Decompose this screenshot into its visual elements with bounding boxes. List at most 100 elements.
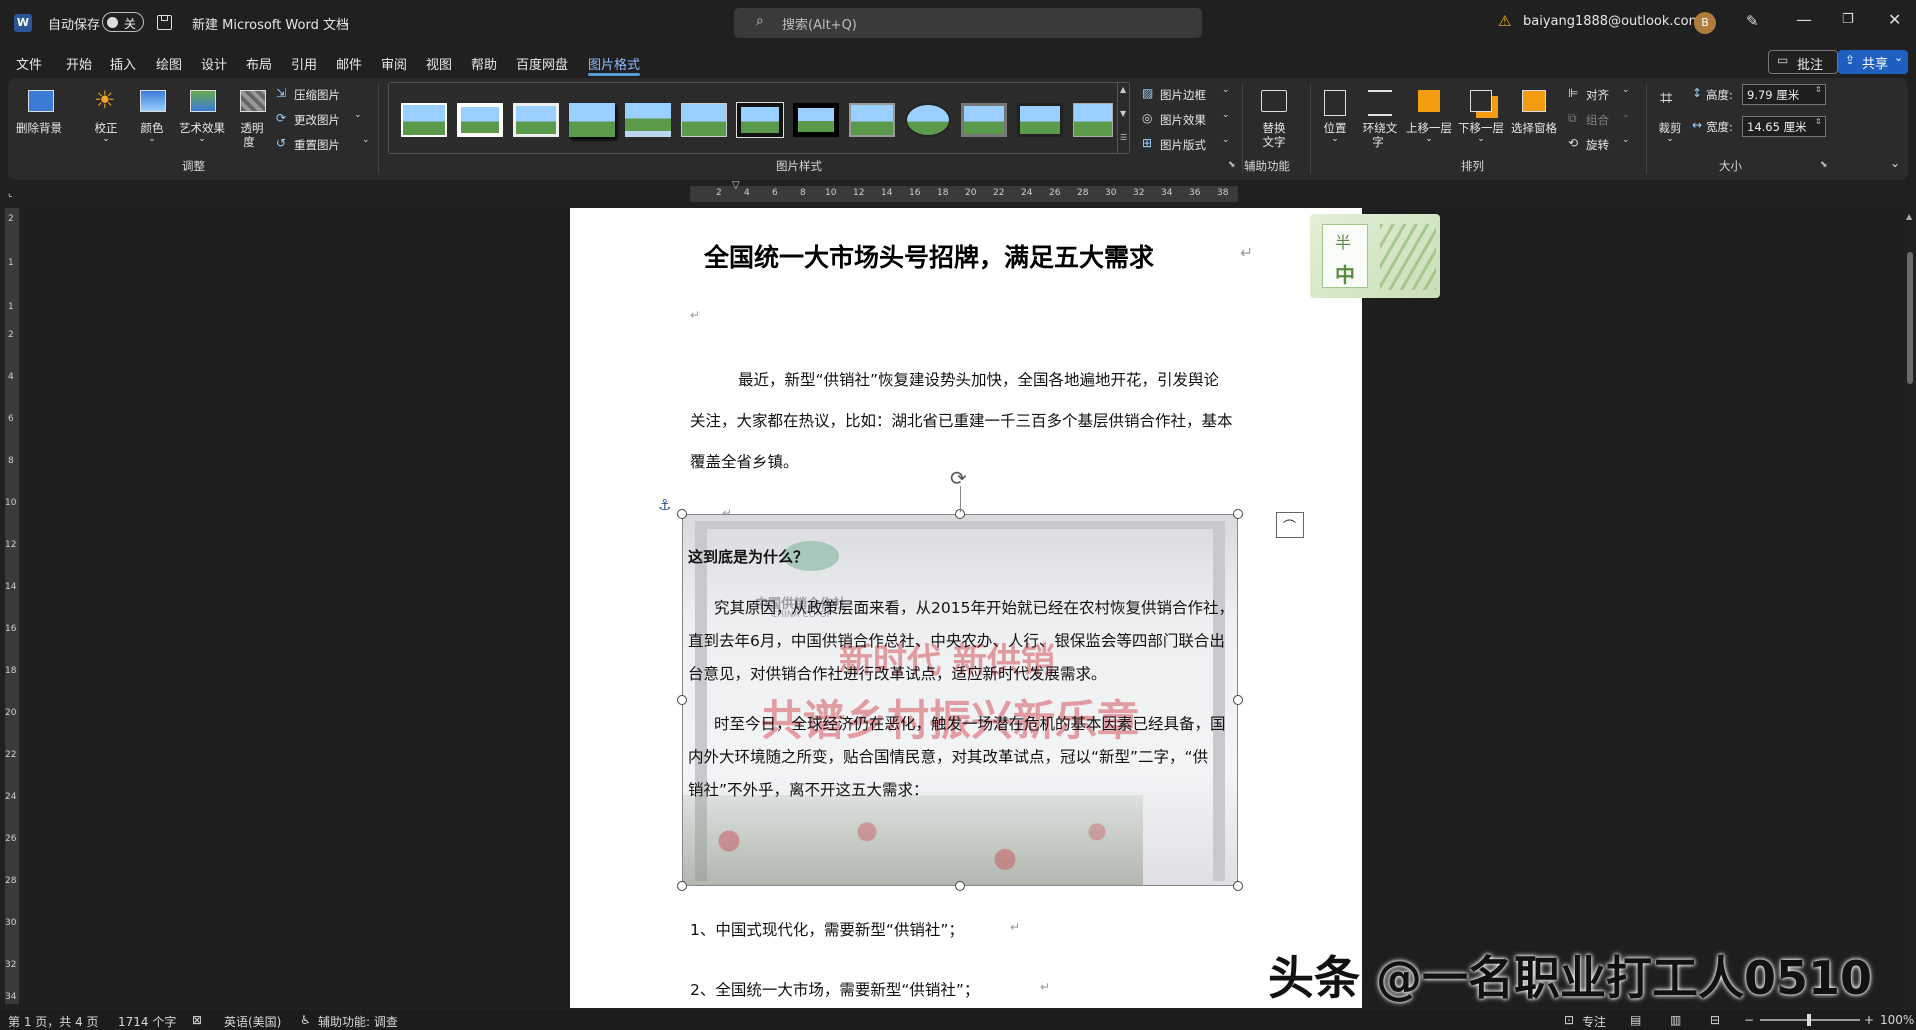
tab-layout[interactable]: 布局 <box>246 54 272 73</box>
close-icon[interactable]: ✕ <box>1888 10 1901 29</box>
bring-forward-button[interactable]: 上移一层 ⌄ <box>1404 86 1454 156</box>
selection-pane-button[interactable]: 选择窗格 <box>1508 86 1560 156</box>
share-button[interactable]: ⇪ 共享 ⌄ <box>1838 50 1908 74</box>
size-dialog-launcher-icon[interactable]: ⬊ <box>1820 160 1828 170</box>
picture-style-3[interactable] <box>513 103 559 137</box>
picture-style-9[interactable] <box>849 103 895 137</box>
autosave-toggle[interactable]: 关 <box>102 12 144 32</box>
anchor-icon[interactable]: ⚓ <box>658 496 671 514</box>
accessibility-status[interactable]: 辅助功能: 调查 <box>318 1013 398 1030</box>
picture-style-13[interactable] <box>1073 103 1113 137</box>
document-title[interactable]: 新建 Microsoft Word 文档 <box>192 14 349 33</box>
avatar[interactable]: B <box>1694 12 1716 34</box>
alt-text-button[interactable]: 替换 文字 <box>1248 86 1300 156</box>
picture-border-button[interactable]: ▨ 图片边框 ⌄ <box>1142 86 1232 104</box>
first-line-indent-marker[interactable]: ▽ <box>732 180 740 191</box>
paragraph-2-line-3[interactable]: 台意见，对供销合作社进行改革试点，适应新时代发展需求。 <box>688 662 1107 684</box>
minimize-icon[interactable]: — <box>1796 10 1812 29</box>
zoom-level[interactable]: 100% <box>1880 1013 1914 1027</box>
save-icon[interactable] <box>157 15 172 30</box>
print-layout-icon[interactable]: ▥ <box>1670 1013 1681 1027</box>
web-layout-icon[interactable]: ⊟ <box>1710 1013 1720 1027</box>
paragraph-3-line-1[interactable]: 时至今日，全球经济仍在恶化，触发一场潜在危机的基本因素已经具备，国 <box>714 712 1226 734</box>
document-page[interactable]: 全国统一大市场头号招牌，满足五大需求 ↵ ↵ 最近，新型“供销社”恢复建设势头加… <box>570 208 1362 1008</box>
tab-draw[interactable]: 绘图 <box>156 54 182 73</box>
width-spin-icon[interactable]: ⇕ <box>1815 117 1822 126</box>
resize-handle-middle-left[interactable] <box>677 695 687 705</box>
tab-picture-format[interactable]: 图片格式 <box>588 54 640 73</box>
picture-style-7[interactable] <box>737 103 783 137</box>
search-box[interactable]: ⌕ 搜索(Alt+Q) <box>734 8 1202 38</box>
account-email[interactable]: baiyang1888@outlook.com <box>1523 14 1701 29</box>
width-input[interactable]: 14.65 厘米 ⇕ <box>1742 116 1826 137</box>
picture-styles-gallery[interactable]: ▲ ▼ ☰ <box>388 82 1130 154</box>
selected-picture[interactable]: 中国供销合作社 CHINA CO-OP 新时代 新供销 共谱乡村振兴新乐章 <box>682 514 1238 886</box>
paragraph-1-line-1[interactable]: 最近，新型“供销社”恢复建设势头加快，全国各地遍地开花，引发舆论 <box>738 368 1219 390</box>
read-mode-icon[interactable]: ▤ <box>1630 1013 1641 1027</box>
wrap-text-button[interactable]: 环绕文 字 <box>1358 86 1402 156</box>
picture-style-8[interactable] <box>793 103 839 137</box>
resize-handle-bottom-right[interactable] <box>1233 881 1243 891</box>
picture-style-12[interactable] <box>1017 103 1063 137</box>
zoom-out-icon[interactable]: − <box>1744 1013 1754 1027</box>
paragraph-1-line-2[interactable]: 关注，大家都在热议，比如：湖北省已重建一千三百多个基层供销合作社，基本 <box>690 409 1233 431</box>
picture-style-5[interactable] <box>625 103 671 137</box>
rotate-handle-icon[interactable]: ⟳ <box>950 466 967 490</box>
picture-style-6[interactable] <box>681 103 727 137</box>
gallery-more-icon[interactable]: ☰ <box>1120 133 1127 142</box>
tab-file[interactable]: 文件 <box>16 54 42 73</box>
tab-stop-selector-icon[interactable]: ⌞ <box>8 188 13 199</box>
tab-review[interactable]: 审阅 <box>381 54 407 73</box>
styles-dialog-launcher-icon[interactable]: ⬊ <box>1228 160 1236 170</box>
tab-home[interactable]: 开始 <box>66 54 92 73</box>
focus-icon[interactable]: ⊡ <box>1564 1013 1574 1027</box>
picture-effects-button[interactable]: ◎ 图片效果 ⌄ <box>1142 111 1232 129</box>
resize-handle-bottom-center[interactable] <box>955 881 965 891</box>
reset-picture-button[interactable]: ↺ 重置图片 ⌄ <box>276 136 372 154</box>
tab-insert[interactable]: 插入 <box>110 54 136 73</box>
comments-button[interactable]: ▭ 批注 <box>1768 50 1838 74</box>
compress-pictures-button[interactable]: ⇲ 压缩图片 <box>276 86 366 104</box>
focus-label[interactable]: 专注 <box>1582 1013 1606 1030</box>
paragraph-2-line-1[interactable]: 究其原因，从政策层面来看，从2015年开始就已经在农村恢复供销合作社， <box>714 596 1234 618</box>
tab-baidu-netdisk[interactable]: 百度网盘 <box>516 54 568 73</box>
title-chevron-icon[interactable]: ⌄ <box>342 17 350 28</box>
proofing-icon[interactable]: ⊠ <box>192 1013 202 1027</box>
list-item-2[interactable]: 2、全国统一大市场，需要新型“供销社”； <box>690 978 979 1000</box>
zoom-slider[interactable] <box>1760 1019 1860 1021</box>
height-input[interactable]: 9.79 厘米 ⇕ <box>1742 84 1826 105</box>
artistic-effects-button[interactable]: 艺术效果 ⌄ <box>174 86 230 156</box>
collapse-ribbon-icon[interactable]: ⌄ <box>1890 156 1900 170</box>
height-spin-icon[interactable]: ⇕ <box>1815 85 1822 94</box>
paragraph-3-line-2[interactable]: 内外大环境随之所变，贴合国情民意，对其改革试点，冠以“新型”二字，“供 <box>688 745 1208 767</box>
heading-why[interactable]: 这到底是为什么？ <box>688 546 808 567</box>
gallery-down-icon[interactable]: ▼ <box>1120 109 1126 118</box>
picture-style-11[interactable] <box>961 103 1007 137</box>
resize-handle-middle-right[interactable] <box>1233 695 1243 705</box>
resize-handle-top-right[interactable] <box>1233 509 1243 519</box>
paragraph-1-line-3[interactable]: 覆盖全省乡镇。 <box>690 450 799 472</box>
paragraph-2-line-2[interactable]: 直到去年6月，中国供销合作总社、中央农办、人行、银保监会等四部门联合出 <box>688 629 1225 651</box>
picture-style-2[interactable] <box>457 103 503 137</box>
picture-layout-button[interactable]: ⊞ 图片版式 ⌄ <box>1142 136 1232 154</box>
page-count[interactable]: 第 1 页，共 4 页 <box>8 1013 99 1030</box>
corner-logo-image[interactable]: 半 中 <box>1310 214 1440 298</box>
gallery-scroll[interactable]: ▲ ▼ ☰ <box>1117 83 1129 153</box>
list-item-1[interactable]: 1、中国式现代化，需要新型“供销社”； <box>690 918 964 940</box>
zoom-in-icon[interactable]: + <box>1864 1013 1874 1027</box>
tab-references[interactable]: 引用 <box>291 54 317 73</box>
color-button[interactable]: 颜色 ⌄ <box>134 86 170 156</box>
word-logo-icon[interactable]: W <box>14 14 32 32</box>
resize-handle-bottom-left[interactable] <box>677 881 687 891</box>
picture-style-10[interactable] <box>905 103 951 137</box>
zoom-slider-thumb[interactable] <box>1807 1014 1811 1026</box>
vertical-scrollbar-thumb[interactable] <box>1907 252 1913 384</box>
warning-icon[interactable]: ⚠ <box>1498 12 1511 30</box>
tab-view[interactable]: 视图 <box>426 54 452 73</box>
language[interactable]: 英语(美国) <box>224 1013 281 1030</box>
word-count[interactable]: 1714 个字 <box>118 1013 176 1030</box>
rotate-button[interactable]: ⟲ 旋转 ⌄ <box>1568 136 1638 154</box>
paragraph-3-line-3[interactable]: 销社”不外乎，离不开这五大需求： <box>688 778 929 800</box>
accessibility-icon[interactable]: ♿ <box>300 1013 311 1027</box>
picture-style-1[interactable] <box>401 103 447 137</box>
